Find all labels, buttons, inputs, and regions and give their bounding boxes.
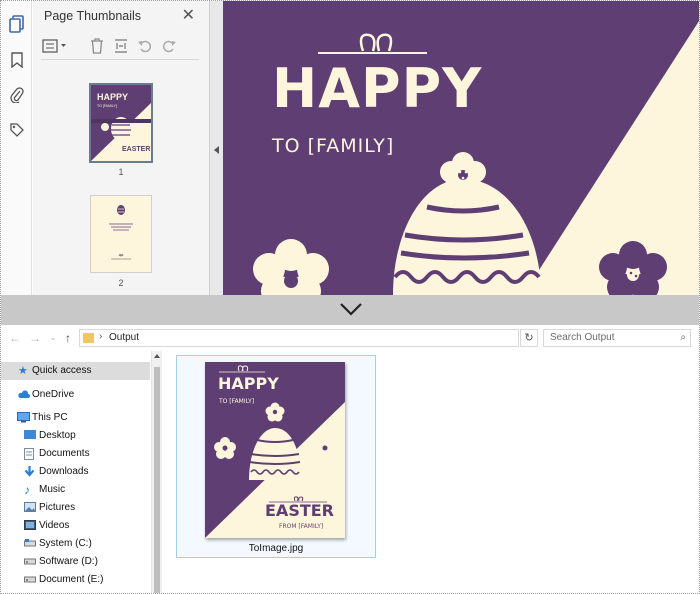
nav-label: Software (D:) (39, 556, 98, 567)
tag-icon[interactable] (8, 121, 26, 139)
page-thumbnails-icon[interactable] (8, 15, 26, 33)
preview-headline: HAPPY (218, 374, 279, 393)
rotate-right-icon[interactable] (159, 37, 179, 55)
nav-label: Desktop (39, 430, 76, 441)
nav-scrollbar[interactable] (151, 351, 162, 593)
page-thumbnail-2[interactable] (91, 196, 151, 272)
up-arrow-icon[interactable]: ↑ (61, 331, 75, 345)
pdf-page-view: HAPPY TO [FAMILY] (223, 1, 699, 295)
preview-subline: TO [FAMILY] (219, 398, 255, 405)
svg-text:TO [FAMILY]: TO [FAMILY] (97, 104, 117, 108)
nav-item-system-c[interactable]: System (C:) (1, 535, 150, 553)
search-placeholder: Search Output (550, 332, 615, 343)
monitor-icon (17, 412, 30, 424)
panel-title: Page Thumbnails (44, 9, 142, 23)
panel-splitter[interactable] (209, 1, 223, 295)
navigation-pane: ★ Quick access OneDrive This PC Desktop … (1, 361, 150, 593)
delete-page-icon[interactable] (87, 37, 107, 55)
scrollbar-thumb[interactable] (154, 367, 160, 593)
nav-item-this-pc[interactable]: This PC (1, 409, 150, 427)
thumbnails-toolbar (41, 34, 199, 60)
breadcrumb-separator-icon: › (99, 331, 103, 342)
extract-pages-icon[interactable] (111, 37, 131, 55)
nav-item-downloads[interactable]: Downloads (1, 463, 150, 481)
nav-label: System (C:) (39, 538, 92, 549)
music-icon: ♪ (24, 483, 30, 497)
nav-item-quick-access[interactable]: ★ Quick access (1, 362, 150, 380)
nav-item-videos[interactable]: Videos (1, 517, 150, 535)
refresh-icon[interactable]: ↻ (520, 329, 538, 347)
documents-folder-icon (24, 448, 36, 460)
left-tool-rail (1, 1, 32, 295)
svg-text:EASTER: EASTER (122, 146, 150, 153)
file-name[interactable]: ToImage.jpg (177, 543, 375, 554)
close-icon[interactable]: ✕ (182, 5, 195, 25)
desktop-folder-icon (24, 430, 36, 442)
nav-label: Downloads (39, 466, 89, 477)
nav-item-document-e[interactable]: Document (E:) (1, 571, 150, 589)
options-menu-button[interactable] (41, 37, 69, 55)
videos-folder-icon (24, 520, 36, 532)
nav-item-documents[interactable]: Documents (1, 445, 150, 463)
bookmark-icon[interactable] (8, 51, 26, 69)
thumbnail-number: 2 (118, 278, 124, 288)
file-thumbnail: HAPPY TO [FAMILY] EASTER FROM [FAMILY] (205, 362, 345, 538)
content-pane: HAPPY TO [FAMILY] EASTER FROM [FAMILY] T… (163, 351, 699, 593)
nav-item-music[interactable]: ♪ Music (1, 481, 150, 499)
nav-label: Music (39, 484, 66, 495)
download-icon (24, 466, 36, 478)
page-thumbnails-panel: Page Thumbnails ✕ HAPPY TO [FAMILY] EAST… (33, 1, 209, 295)
nav-item-software-d[interactable]: Software (D:) (1, 553, 150, 571)
scroll-up-icon[interactable] (154, 354, 160, 358)
nav-label: Document (E:) (39, 574, 104, 585)
forward-arrow-icon[interactable]: → (28, 331, 42, 345)
folder-icon (83, 333, 94, 343)
nav-label: Documents (39, 448, 90, 459)
drive-icon (24, 556, 36, 568)
cloud-icon (17, 389, 30, 401)
nav-label: Pictures (39, 502, 76, 513)
file-item[interactable]: HAPPY TO [FAMILY] EASTER FROM [FAMILY] T… (176, 355, 376, 558)
nav-label: OneDrive (32, 389, 75, 400)
address-row: ← → ⌄ ↑ › Output ↻ Search Output ⌕ (1, 325, 699, 351)
pictures-folder-icon (24, 502, 36, 514)
nav-label: Quick access (32, 365, 92, 376)
preview-bottom-title: EASTER (265, 501, 334, 520)
drive-icon (24, 574, 36, 586)
pdf-viewer: Page Thumbnails ✕ HAPPY TO [FAMILY] EAST… (1, 1, 699, 295)
preview-bottom-sub: FROM [FAMILY] (279, 523, 324, 530)
page-thumbnail-1[interactable]: HAPPY TO [FAMILY] EASTER (91, 85, 151, 161)
card-headline: HAPPY (272, 57, 483, 120)
recent-dropdown-icon[interactable]: ⌄ (46, 331, 60, 345)
nav-label: This PC (32, 412, 68, 423)
back-arrow-icon[interactable]: ← (8, 331, 22, 345)
nav-label: Videos (39, 520, 70, 531)
file-explorer: ← → ⌄ ↑ › Output ↻ Search Output ⌕ ★ Qui… (1, 325, 699, 593)
svg-text:HAPPY: HAPPY (97, 92, 128, 102)
transition-band (1, 295, 699, 325)
card-subline: TO [FAMILY] (272, 135, 395, 157)
search-input[interactable]: Search Output ⌕ (543, 329, 691, 347)
nav-item-desktop[interactable]: Desktop (1, 427, 150, 445)
rotate-left-icon[interactable] (135, 37, 155, 55)
address-bar[interactable]: › Output (79, 329, 519, 347)
nav-item-pictures[interactable]: Pictures (1, 499, 150, 517)
thumbnail-number: 1 (118, 167, 124, 177)
attachment-icon[interactable] (8, 86, 26, 104)
chevron-down-icon (340, 303, 362, 316)
collapse-arrow-icon[interactable] (214, 146, 219, 154)
star-icon: ★ (18, 365, 28, 377)
breadcrumb[interactable]: Output (109, 332, 139, 343)
nav-item-onedrive[interactable]: OneDrive (1, 386, 150, 404)
drive-icon (24, 538, 36, 550)
search-icon: ⌕ (680, 332, 686, 343)
